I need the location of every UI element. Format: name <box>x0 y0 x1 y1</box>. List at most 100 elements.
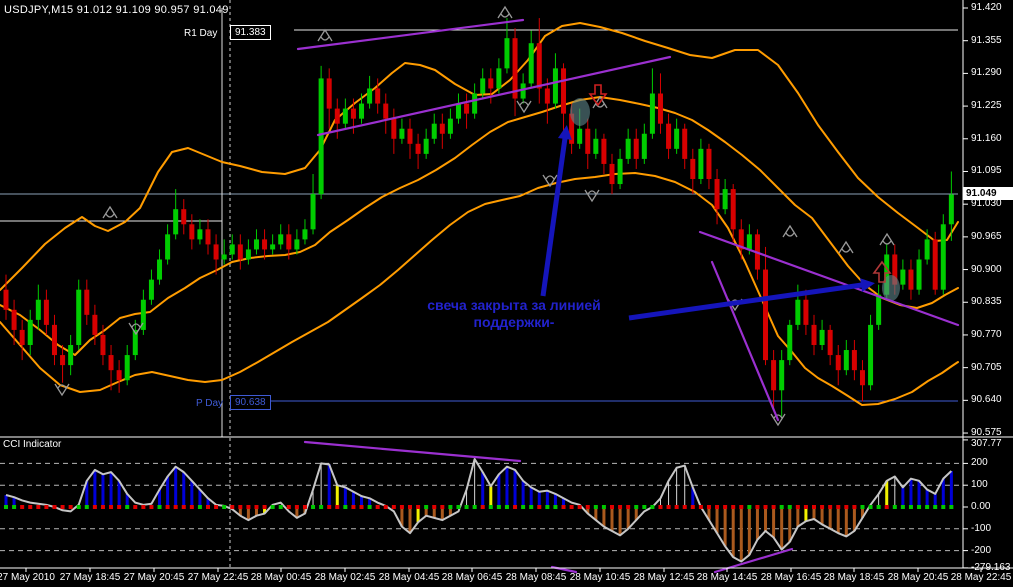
time-axis-label: 28 May 22:45 <box>951 572 1012 584</box>
cci-dot <box>820 505 824 509</box>
candle-up <box>876 295 881 325</box>
cci-dot <box>675 505 679 509</box>
cci-bar <box>409 507 412 533</box>
candle-up <box>941 224 946 289</box>
candle-up <box>949 195 954 225</box>
cci-bar <box>837 507 840 533</box>
cci-bar <box>756 507 759 540</box>
cci-dot <box>788 505 792 509</box>
fractal-up-icon <box>498 7 512 18</box>
price-axis-label: 90.640 <box>971 394 1002 406</box>
time-axis-label: 28 May 12:45 <box>634 572 695 584</box>
candle-down <box>682 129 687 159</box>
candle-down <box>771 360 776 390</box>
cci-dot <box>529 505 533 509</box>
cci-bar <box>627 507 630 529</box>
blue-arrow-shaft[interactable] <box>629 284 869 318</box>
cci-bar <box>780 507 783 550</box>
candle-up <box>424 139 429 154</box>
cci-dot <box>182 505 186 509</box>
cci-bar <box>336 485 339 507</box>
cci-bar <box>546 491 549 507</box>
candle-down <box>908 270 913 290</box>
time-axis-label: 27 May 18:45 <box>60 572 121 584</box>
price-axis-label: 91.290 <box>971 67 1002 79</box>
purple-trendline[interactable] <box>712 262 778 420</box>
annotation-line2: поддержки- <box>427 314 600 331</box>
cci-bar <box>788 507 791 542</box>
cci-dot <box>392 505 396 509</box>
cci-bar <box>668 481 669 507</box>
cci-bar <box>190 481 193 507</box>
bollinger-upper-band[interactable] <box>0 23 958 290</box>
cci-axis-label: 100 <box>971 479 988 491</box>
r1-pivot-value[interactable]: 91.383 <box>230 25 271 40</box>
cci-dot <box>36 505 40 509</box>
candle-down <box>416 144 421 154</box>
cci-bar <box>740 507 743 562</box>
cci-bar <box>321 463 322 507</box>
candle-down <box>4 290 9 310</box>
candle-down <box>391 119 396 139</box>
cci-dot <box>812 505 816 509</box>
cci-dot <box>602 505 606 509</box>
cci-histogram <box>5 459 953 561</box>
cci-bar <box>474 459 475 507</box>
cci-dot <box>360 505 364 509</box>
cci-dot <box>764 505 768 509</box>
cci-dot <box>917 505 921 509</box>
candle-up <box>28 320 33 345</box>
cci-indicator-label: CCI Indicator <box>3 439 61 450</box>
cci-dot <box>174 505 178 509</box>
cci-dot <box>198 505 202 509</box>
blue-arrow-shaft[interactable] <box>543 131 566 296</box>
cci-bar <box>950 471 953 507</box>
cci-dot <box>610 505 614 509</box>
candle-up <box>674 129 679 149</box>
cci-dot <box>497 505 501 509</box>
cci-dot <box>869 505 873 509</box>
cci-bar <box>174 467 177 507</box>
cci-bar <box>845 507 848 536</box>
candle-up <box>399 129 404 139</box>
time-axis-label: 28 May 00:45 <box>251 572 312 584</box>
cci-dot <box>699 505 703 509</box>
chart-canvas[interactable] <box>0 0 1013 587</box>
cci-bar <box>602 507 605 527</box>
candle-up <box>230 244 235 254</box>
cci-dot <box>828 505 832 509</box>
purple-trendline[interactable] <box>298 20 523 49</box>
cci-bar <box>497 474 500 507</box>
highlight-ellipse[interactable] <box>570 98 590 126</box>
time-axis-label: 28 May 10:45 <box>570 572 631 584</box>
candle-up <box>197 229 202 239</box>
bollinger-lower-band[interactable] <box>0 173 958 405</box>
cci-dot <box>780 505 784 509</box>
cci-dot <box>61 505 65 509</box>
cci-dot <box>747 505 751 509</box>
cci-bar <box>198 490 201 507</box>
cci-dot <box>149 505 153 509</box>
cci-dot <box>489 505 493 509</box>
cci-bar <box>611 507 614 531</box>
cci-bar <box>676 468 677 507</box>
cci-dot <box>351 505 355 509</box>
cci-dot <box>578 505 582 509</box>
candle-up <box>173 209 178 234</box>
candle-up <box>278 234 283 244</box>
cci-dot <box>85 505 89 509</box>
candle-up <box>642 134 647 159</box>
cci-dot <box>141 505 145 509</box>
candle-down <box>92 315 97 335</box>
candle-down <box>60 355 65 365</box>
cci-axis-label: 200 <box>971 457 988 469</box>
cci-dot <box>133 505 137 509</box>
cci-bar <box>619 507 622 535</box>
p-pivot-value[interactable]: 90.638 <box>230 395 271 410</box>
cci-dot <box>658 505 662 509</box>
purple-trendline[interactable] <box>305 442 520 461</box>
cci-dot <box>230 505 234 509</box>
cci-dot <box>384 505 388 509</box>
cci-dot <box>52 505 56 509</box>
cci-bar <box>821 507 824 524</box>
